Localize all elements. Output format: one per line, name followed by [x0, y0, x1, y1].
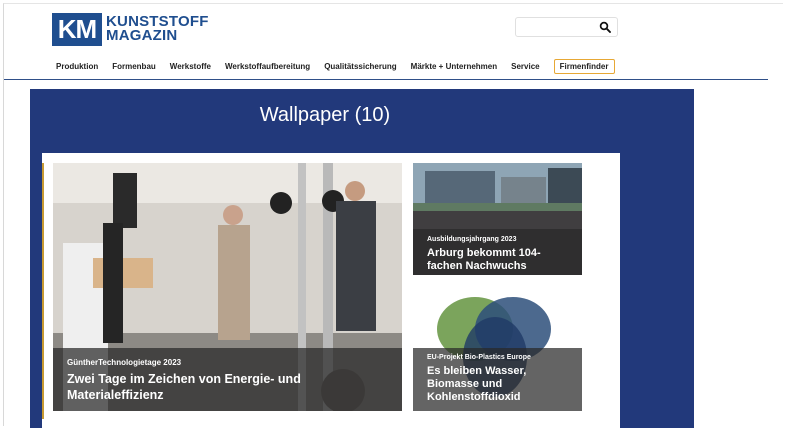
teaser-card-bottom[interactable]: EU-Projekt Bio-Plastics Europe Es bleibe… — [413, 285, 582, 411]
nav-item-qualitaetssicherung[interactable]: Qualitätssicherung — [324, 62, 396, 71]
banner-title: Wallpaper (10) — [259, 104, 391, 126]
nav-item-formenbau[interactable]: Formenbau — [112, 62, 156, 71]
teaser-title[interactable]: Arburg bekommt 104-fachen Nachwuchs — [427, 247, 568, 273]
teaser-title[interactable]: Zwei Tage im Zeichen von Energie- und Ma… — [67, 371, 388, 403]
nav-item-service[interactable]: Service — [511, 62, 539, 71]
nav-item-werkstoffe[interactable]: Werkstoffe — [170, 62, 211, 71]
nav-item-werkstoffaufbereitung[interactable]: Werkstoffaufbereitung — [225, 62, 310, 71]
teaser-kicker: Ausbildungsjahrgang 2023 — [427, 236, 517, 243]
nav-divider — [4, 79, 768, 80]
nav-item-maerkte-unternehmen[interactable]: Märkte + Unternehmen — [411, 62, 497, 71]
teaser-caption-top: Ausbildungsjahrgang 2023 Arburg bekommt … — [413, 229, 582, 275]
teaser-caption-main: GüntherTechnologietage 2023 Zwei Tage im… — [53, 348, 402, 411]
site-logo[interactable]: KM KUNSTSTOFF MAGAZIN — [52, 12, 209, 46]
logo-mark: KM — [52, 12, 102, 46]
search-icon[interactable] — [599, 21, 611, 33]
nav-item-produktion[interactable]: Produktion — [56, 62, 98, 71]
teaser-kicker: EU-Projekt Bio-Plastics Europe — [427, 354, 531, 361]
teaser-caption-bottom: EU-Projekt Bio-Plastics Europe Es bleibe… — [413, 348, 582, 411]
accent-line — [42, 163, 44, 419]
teaser-card-main[interactable]: GüntherTechnologietage 2023 Zwei Tage im… — [53, 163, 402, 411]
logo-text: KUNSTSTOFF MAGAZIN — [106, 14, 209, 44]
teaser-card-top[interactable]: Ausbildungsjahrgang 2023 Arburg bekommt … — [413, 163, 582, 275]
nav-item-firmenfinder[interactable]: Firmenfinder — [553, 58, 615, 74]
search-input[interactable] — [515, 17, 618, 37]
teaser-kicker: GüntherTechnologietage 2023 — [67, 358, 182, 367]
logo-line-2: MAGAZIN — [106, 27, 178, 44]
main-navigation: Produktion Formenbau Werkstoffe Werkstof… — [56, 57, 615, 75]
teaser-title[interactable]: Es bleiben Wasser, Biomasse und Kohlenst… — [427, 365, 568, 404]
